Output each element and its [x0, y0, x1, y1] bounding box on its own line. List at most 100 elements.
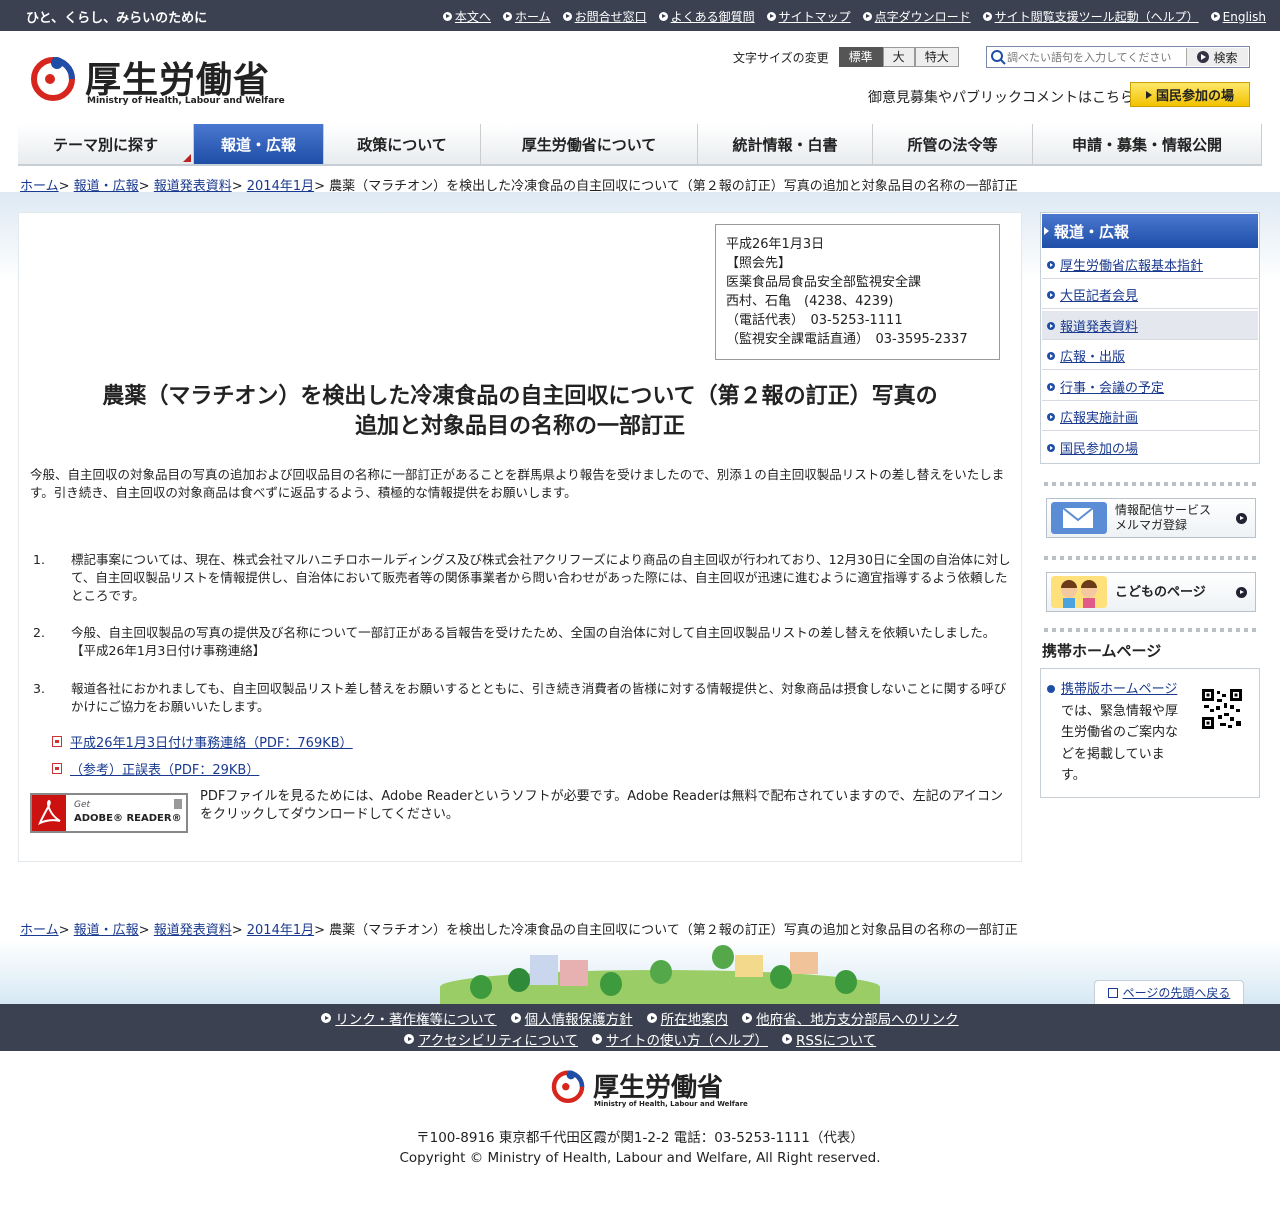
contact-box: 平成26年1月3日 【照会先】 医薬食品局食品安全部監視安全課 西村、石亀 (4…: [715, 224, 1000, 360]
arrow-icon: [658, 12, 668, 21]
breadcrumb-releases[interactable]: 報道発表資料: [154, 923, 232, 938]
link-faq[interactable]: よくある御質問: [658, 8, 755, 25]
footer-link-access[interactable]: 所在地案内: [646, 1008, 728, 1028]
copyright-text: Copyright © Ministry of Health, Labour a…: [399, 1150, 881, 1166]
arrow-icon: [403, 1034, 414, 1044]
adobe-reader-button[interactable]: Get ADOBE® READER®: [30, 793, 188, 833]
sidebar-item-plan[interactable]: 広報実施計画: [1042, 402, 1258, 431]
link-english[interactable]: English: [1210, 8, 1266, 25]
font-size-large[interactable]: 大: [882, 47, 915, 67]
address-text: 〒100-8916 東京都千代田区霞が関1-2-2 電話：03-5253-111…: [416, 1130, 864, 1146]
arrow-icon: [592, 1034, 602, 1044]
sidebar-item-press-conference[interactable]: 大臣記者会見: [1042, 280, 1258, 309]
mobile-text: では、緊急情報や厚生労働省のご案内などを掲載しています。: [1061, 703, 1179, 784]
gnav-policy[interactable]: 政策について: [324, 124, 481, 164]
breadcrumb-home[interactable]: ホーム: [20, 923, 59, 938]
mobile-box: 携帯版ホームページでは、緊急情報や厚生労働省のご案内などを掲載しています。: [1040, 668, 1260, 798]
breadcrumb-bottom: ホーム> 報道・広報> 報道発表資料> 2014年1月> 農薬（マラチオン）を検…: [20, 923, 1018, 938]
tree-illustration: [508, 968, 530, 992]
link-sitemap[interactable]: サイトマップ: [766, 8, 851, 25]
pdf-link-notice[interactable]: 平成26年1月3日付け事務連絡（PDF：769KB）: [52, 732, 353, 751]
font-size-label: 文字サイズの変更: [733, 50, 829, 65]
page-top-icon: [1107, 987, 1118, 998]
arrow-icon: [782, 1034, 792, 1044]
tree-illustration: [600, 972, 622, 996]
divider: [1044, 482, 1258, 486]
footer-nav: リンク・著作権等について 個人情報保護方針 所在地案内 他府省、地方支分部局への…: [0, 1004, 1280, 1051]
breadcrumb-month[interactable]: 2014年1月: [247, 923, 314, 938]
tree-illustration: [712, 945, 734, 969]
gnav-press[interactable]: 報道・広報: [194, 124, 324, 164]
contact-dept: 医薬食品局食品安全部監視安全課: [726, 275, 922, 290]
footer-link-accessibility[interactable]: アクセシビリティについて: [403, 1029, 578, 1049]
breadcrumb-press[interactable]: 報道・広報: [74, 923, 139, 938]
link-contact[interactable]: お問合せ窓口: [562, 8, 647, 25]
footer-row: アクセシビリティについて サイトの使い方（ヘルプ） RSSについて: [0, 1029, 1280, 1049]
page-title: 農薬（マラチオン）を検出した冷凍食品の自主回収について（第２報の訂正）写真の 追加…: [102, 384, 938, 439]
sidebar-item-participation[interactable]: 国民参加の場: [1042, 433, 1258, 462]
pdf-icon: [52, 736, 62, 747]
arrow-icon: [646, 1013, 657, 1023]
arrow-icon: [862, 12, 872, 21]
gnav-applications[interactable]: 申請・募集・情報公開: [1033, 124, 1262, 164]
public-comment-link[interactable]: 御意見募集やパブリックコメントはこちら: [868, 87, 1134, 107]
link-braille-download[interactable]: 点字ダウンロード: [862, 8, 971, 25]
font-size-xlarge[interactable]: 特大: [914, 47, 959, 67]
adobe-reader-note: PDFファイルを見るためには、Adobe Readerというソフトが必要です。A…: [200, 789, 1003, 822]
divider: [1044, 556, 1258, 560]
gnav-laws[interactable]: 所管の法令等: [873, 124, 1033, 164]
mobile-heading: 携帯ホームページ: [1042, 642, 1162, 660]
site-logo[interactable]: 厚生労働省 Ministry of Health, Labour and Wel…: [30, 51, 285, 111]
footer-logo-name: 厚生労働省: [593, 1073, 724, 1103]
gnav-theme[interactable]: テーマ別に探す: [18, 124, 194, 164]
link-home[interactable]: ホーム: [502, 8, 551, 25]
lead-paragraph: 今般、自主回収の対象品目の写真の追加および回収品目の名称に一部訂正があることを群…: [30, 467, 1005, 500]
download-icon: [174, 799, 182, 809]
arrow-icon: [562, 12, 572, 21]
footer-link-copyright[interactable]: リンク・著作権等について: [321, 1008, 497, 1028]
gnav-about[interactable]: 厚生労働省について: [481, 124, 698, 164]
sidebar-item-events[interactable]: 行事・会議の予定: [1042, 372, 1258, 401]
arrow-icon: [1236, 587, 1247, 598]
top-bar: ひと、くらし、みらいのために 本文へ ホーム お問合せ窓口 よくある御質問 サイ…: [0, 0, 1280, 31]
gnav-statistics[interactable]: 統計情報・白書: [698, 124, 873, 164]
arrow-icon: [1145, 90, 1152, 99]
pdf-link-errata[interactable]: （参考）正誤表（PDF：29KB）: [52, 759, 259, 778]
arrow-icon: [510, 1013, 521, 1023]
tree-illustration: [650, 960, 672, 984]
contact-tel-main: （電話代表） 03-5253-1111: [726, 313, 903, 328]
arrow-icon: [1197, 51, 1210, 63]
house-illustration: [735, 955, 763, 977]
mail-magazine-banner[interactable]: 情報配信サービス メルマガ登録: [1046, 498, 1256, 538]
divider: [1044, 628, 1258, 632]
footer-link-rss[interactable]: RSSについて: [782, 1029, 876, 1049]
breadcrumb-current: 農薬（マラチオン）を検出した冷凍食品の自主回収について（第２報の訂正）写真の追加…: [329, 923, 1018, 938]
search-button[interactable]: 検索: [1186, 48, 1248, 66]
sidebar-heading: 報道・広報: [1042, 214, 1258, 248]
building-illustration: [530, 955, 558, 985]
house-illustration: [790, 952, 818, 974]
footer-link-other-ministries[interactable]: 他府省、地方支分部局へのリンク: [742, 1008, 959, 1028]
font-size-standard[interactable]: 標準: [838, 47, 883, 67]
back-to-top-button[interactable]: ページの先頭へ戻る: [1094, 980, 1244, 1004]
sidebar-item-releases[interactable]: 報道発表資料: [1042, 311, 1258, 340]
arrow-icon: [982, 12, 992, 21]
footer-logo: 厚生労働省 Ministry of Health, Labour and Wel…: [551, 1067, 748, 1111]
arrow-icon: [1047, 685, 1055, 693]
footer-link-privacy[interactable]: 個人情報保護方針: [510, 1008, 633, 1028]
link-accessibility-tool[interactable]: サイト閲覧支援ツール起動（ヘルプ）: [982, 8, 1199, 25]
tree-illustration: [470, 975, 492, 999]
kokumin-button[interactable]: 国民参加の場: [1130, 82, 1250, 107]
search-input[interactable]: [1007, 50, 1182, 64]
sidebar-item-policy[interactable]: 厚生労働省広報基本指針: [1042, 250, 1258, 279]
kids-page-banner[interactable]: こどものページ: [1046, 572, 1256, 612]
mail-icon: [1051, 502, 1107, 534]
global-nav: テーマ別に探す 報道・広報 政策について 厚生労働省について 統計情報・白書 所…: [18, 124, 1262, 166]
link-skip-to-content[interactable]: 本文へ: [442, 8, 491, 25]
footer-link-help[interactable]: サイトの使い方（ヘルプ）: [592, 1029, 768, 1049]
mobile-link[interactable]: 携帯版ホームページ: [1061, 682, 1177, 697]
footer-address: 〒100-8916 東京都千代田区霞が関1-2-2 電話：03-5253-111…: [0, 1128, 1280, 1168]
sidebar-item-publications[interactable]: 広報・出版: [1042, 341, 1258, 370]
tree-illustration: [835, 970, 857, 994]
tagline: ひと、くらし、みらいのために: [26, 11, 208, 26]
